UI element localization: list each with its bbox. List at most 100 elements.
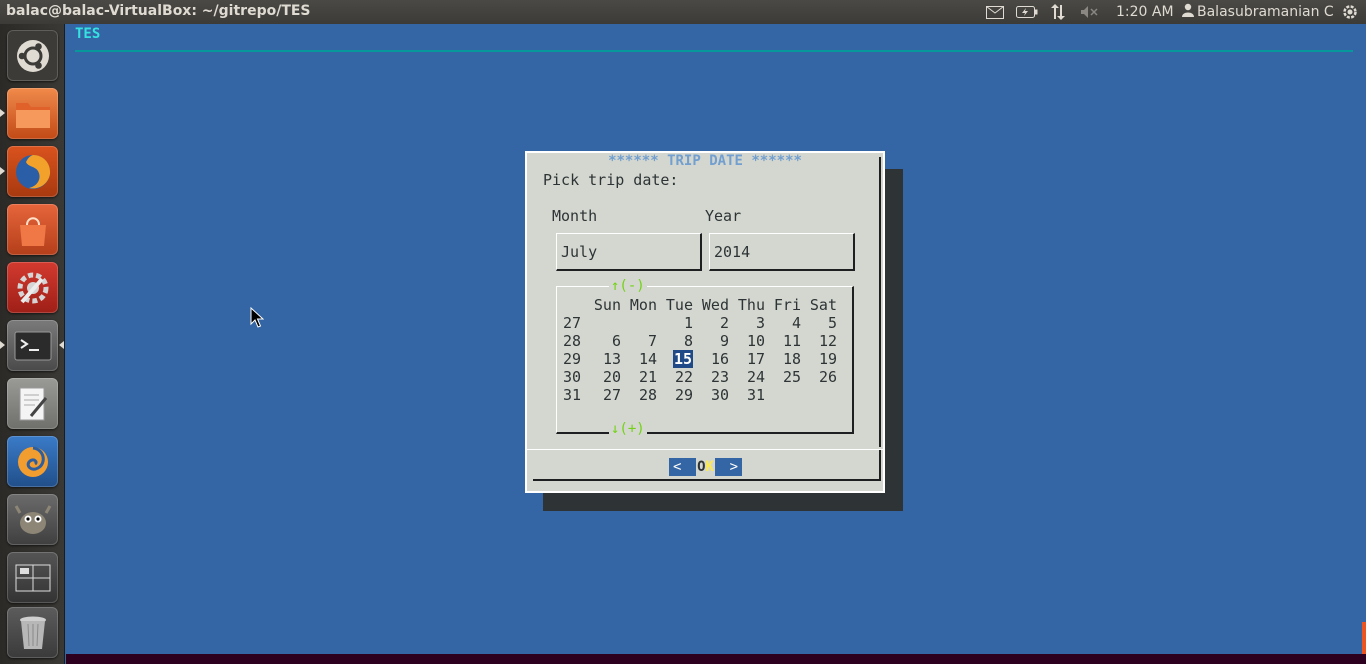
volume-muted-icon[interactable] [1078, 0, 1102, 24]
calendar[interactable]: ↑(-) Sun Mon Tue Wed Thu Fri Sat 27 1 2 3 4 5 28 6 7 8 9 1… [556, 278, 854, 437]
calendar-day-label: 15 [672, 350, 693, 368]
ok-left-bracket: < [673, 459, 682, 475]
scrollbar-indicator[interactable] [1362, 622, 1366, 654]
gear-icon[interactable] [1339, 0, 1361, 24]
calendar-day[interactable]: 17 [733, 350, 769, 368]
calendar-day[interactable]: 9 [697, 332, 733, 350]
week-number: 27 [562, 314, 581, 332]
ubuntu-logo-icon[interactable] [7, 30, 58, 81]
calendar-day[interactable]: 4 [769, 314, 805, 332]
text-editor-icon[interactable] [7, 378, 58, 429]
active-indicator [59, 341, 64, 349]
calendar-day-label: 22 [674, 368, 693, 386]
calendar-day[interactable]: 14 [625, 350, 661, 368]
calendar-day-label: 18 [782, 350, 801, 368]
calendar-day[interactable]: 7 [625, 332, 661, 350]
calendar-day[interactable]: 2 [697, 314, 733, 332]
clock[interactable]: 1:20 AM [1116, 4, 1174, 20]
swirl-icon[interactable] [7, 436, 58, 487]
calendar-day [805, 386, 841, 404]
calendar-day[interactable]: 19 [805, 350, 841, 368]
calendar-day[interactable]: 20 [589, 368, 625, 386]
dialog-title: ****** TRIP DATE ****** [527, 153, 883, 169]
title-divider [75, 50, 1353, 52]
calendar-day[interactable]: 18 [769, 350, 805, 368]
month-label: Month [552, 207, 598, 225]
shopping-bag-icon[interactable] [7, 204, 58, 255]
calendar-scroll-up[interactable]: ↑(-) [609, 278, 647, 294]
calendar-day-label: 19 [818, 350, 837, 368]
ok-button[interactable]: < OK > [669, 458, 742, 476]
calendar-day-label: 11 [782, 332, 801, 350]
calendar-day[interactable]: 21 [625, 368, 661, 386]
calendar-day[interactable]: 31 [733, 386, 769, 404]
calendar-day[interactable]: 5 [805, 314, 841, 332]
calendar-day[interactable]: 23 [697, 368, 733, 386]
calendar-week-row: 27 1 2 3 4 5 [557, 314, 841, 332]
calendar-day-label: 27 [602, 386, 621, 404]
settings-wrench-icon[interactable] [7, 262, 58, 313]
year-label: Year [705, 207, 742, 225]
trip-date-dialog: ****** TRIP DATE ****** Pick trip date: … [525, 151, 885, 493]
calendar-day[interactable]: 6 [589, 332, 625, 350]
calendar-day[interactable]: 27 [589, 386, 625, 404]
calendar-day[interactable]: 29 [661, 386, 697, 404]
calendar-day[interactable]: 13 [589, 350, 625, 368]
mail-icon[interactable] [984, 0, 1006, 24]
calendar-day-label: 16 [710, 350, 729, 368]
dialog-prompt: Pick trip date: [543, 171, 679, 189]
calendar-day[interactable]: 8 [661, 332, 697, 350]
calendar-day-label: 12 [818, 332, 837, 350]
calendar-week-row: 30 20 21 22 23 24 25 26 [557, 368, 841, 386]
launcher [0, 24, 65, 664]
calendar-day[interactable]: 25 [769, 368, 805, 386]
calendar-day[interactable]: 10 [733, 332, 769, 350]
button-bar-divider [527, 449, 883, 450]
calendar-day[interactable]: 24 [733, 368, 769, 386]
calendar-day[interactable]: 30 [697, 386, 733, 404]
calendar-day[interactable]: 28 [625, 386, 661, 404]
calendar-day[interactable]: 1 [661, 314, 697, 332]
weekday-header: Mon [629, 296, 657, 314]
calendar-day[interactable]: 16 [697, 350, 733, 368]
user-name: Balasubramanian C [1197, 4, 1334, 20]
year-field[interactable]: 2014 [709, 233, 855, 271]
user-menu[interactable]: Balasubramanian C [1182, 0, 1334, 24]
window-title: balac@balac-VirtualBox: ~/gitrepo/TES [6, 3, 311, 19]
ok-label: OK [696, 458, 715, 476]
week-number: 28 [562, 332, 581, 350]
folder-icon[interactable] [7, 88, 58, 139]
calendar-day-label: 28 [638, 386, 657, 404]
calendar-day-label: 4 [791, 314, 801, 332]
trash-icon[interactable] [7, 607, 58, 658]
calendar-day[interactable]: 22 [661, 368, 697, 386]
gimp-icon[interactable] [7, 494, 58, 545]
calendar-day-label: 26 [818, 368, 837, 386]
calendar-day-label: 10 [746, 332, 765, 350]
workspace-icon[interactable] [7, 552, 58, 603]
dialog-border [879, 449, 881, 481]
calendar-scroll-down[interactable]: ↓(+) [609, 421, 647, 437]
weekday-header: Sat [809, 296, 837, 314]
firefox-icon[interactable] [7, 146, 58, 197]
calendar-day-selected[interactable]: 15 [661, 350, 697, 368]
network-icon[interactable] [1047, 0, 1069, 24]
week-number: 29 [562, 350, 581, 368]
mouse-cursor-icon [250, 307, 264, 328]
calendar-day[interactable]: 3 [733, 314, 769, 332]
calendar-day-label: 5 [827, 314, 837, 332]
calendar-day[interactable]: 11 [769, 332, 805, 350]
calendar-header-row: Sun Mon Tue Wed Thu Fri Sat [557, 296, 841, 314]
calendar-week-row: 31 27 28 29 30 31 [557, 386, 841, 404]
calendar-day[interactable]: 26 [805, 368, 841, 386]
month-field[interactable]: July [556, 233, 702, 271]
calendar-day-label: 20 [602, 368, 621, 386]
calendar-day[interactable]: 12 [805, 332, 841, 350]
top-panel: balac@balac-VirtualBox: ~/gitrepo/TES 1:… [0, 0, 1366, 24]
calendar-day [625, 314, 661, 332]
weekday-header: Sun [593, 296, 621, 314]
terminal-icon[interactable] [7, 320, 58, 371]
ok-right-bracket: > [729, 459, 738, 475]
battery-icon[interactable] [1015, 0, 1039, 24]
calendar-day-label: 23 [710, 368, 729, 386]
